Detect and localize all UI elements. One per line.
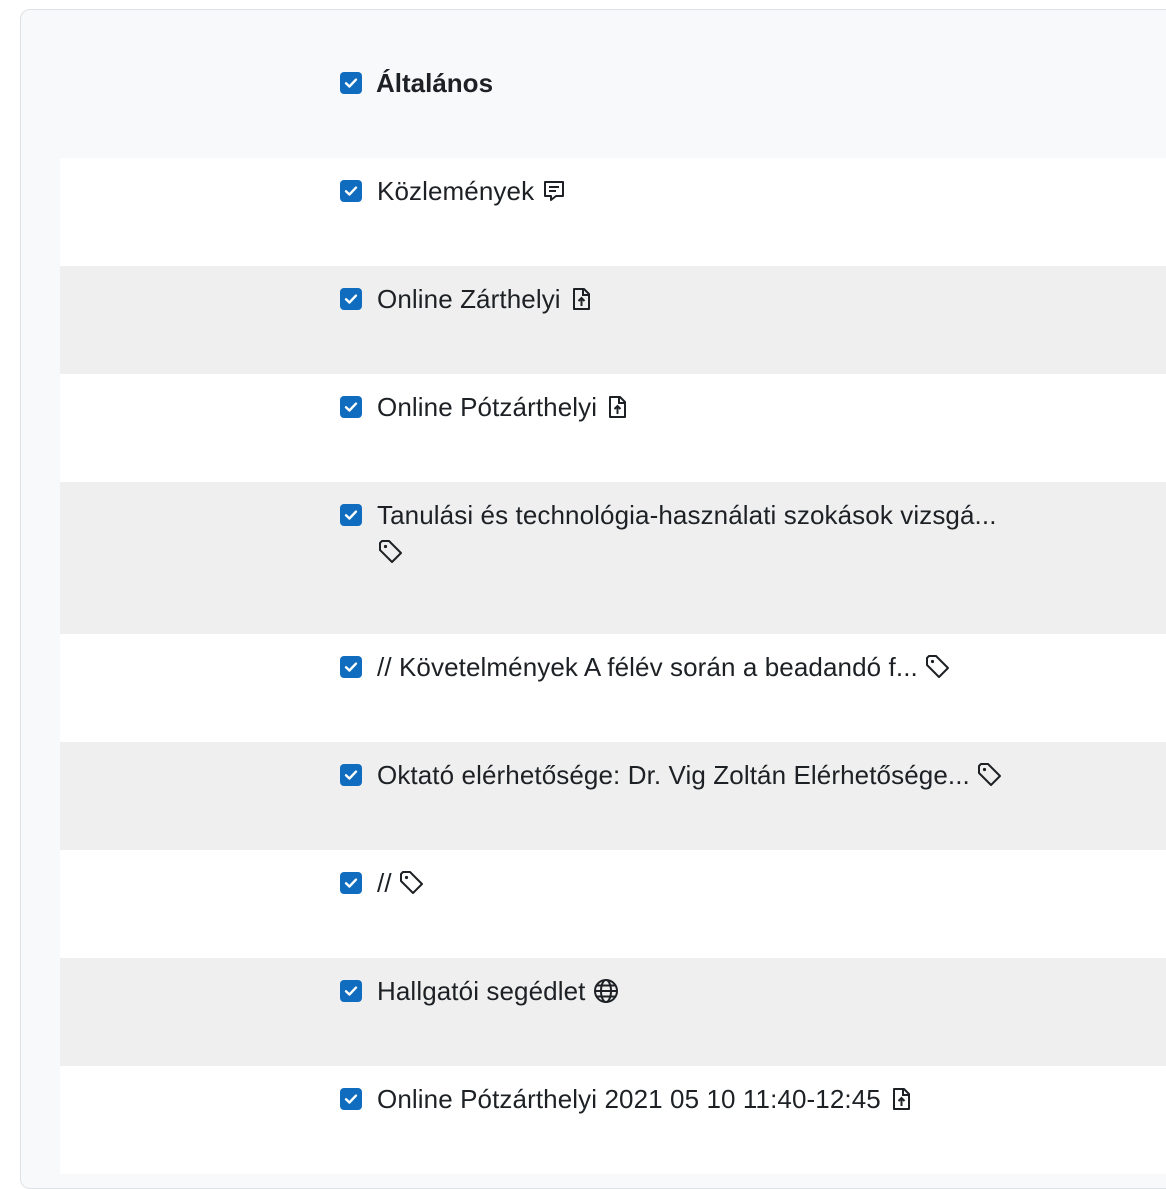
section-checkbox[interactable] <box>340 72 362 94</box>
activity-row: // Követelmények A félév során a beadand… <box>60 634 1166 742</box>
assignment-upload-icon <box>887 1085 915 1113</box>
section-title: Általános <box>376 67 494 98</box>
activity-label[interactable]: Hallgatói segédlet <box>377 976 586 1007</box>
activity-label[interactable]: Online Zárthelyi <box>377 284 561 315</box>
activity-checkbox[interactable] <box>340 656 362 678</box>
activity-row: Online Pótzárthelyi <box>60 374 1166 482</box>
activity-label[interactable]: // <box>377 868 392 899</box>
label-tag-icon <box>924 653 952 681</box>
activity-row: Online Zárthelyi <box>60 266 1166 374</box>
activity-checkbox[interactable] <box>340 396 362 418</box>
activity-checkbox[interactable] <box>340 872 362 894</box>
section-header: Általános <box>340 66 493 100</box>
activity-label[interactable]: Online Pótzárthelyi 2021 05 10 11:40-12:… <box>377 1084 881 1115</box>
activity-label[interactable]: Tanulási és technológia-használati szoká… <box>377 500 997 531</box>
activity-checkbox[interactable] <box>340 504 362 526</box>
activity-label[interactable]: // Követelmények A félév során a beadand… <box>377 652 918 683</box>
label-tag-icon <box>976 761 1004 789</box>
activity-checkbox[interactable] <box>340 180 362 202</box>
activity-label[interactable]: Közlemények <box>377 176 534 207</box>
activity-list: Közlemények Online Zárthelyi Online Pótz… <box>60 158 1166 1174</box>
url-globe-icon <box>592 977 620 1005</box>
label-tag-icon <box>398 869 426 897</box>
activity-label[interactable]: Oktató elérhetősége: Dr. Vig Zoltán Elér… <box>377 760 970 791</box>
activity-label[interactable]: Online Pótzárthelyi <box>377 392 597 423</box>
activity-checkbox[interactable] <box>340 764 362 786</box>
activity-checkbox[interactable] <box>340 288 362 310</box>
activity-row: Közlemények <box>60 158 1166 266</box>
forum-icon <box>540 177 568 205</box>
activity-checkbox[interactable] <box>340 1088 362 1110</box>
activity-row: Hallgatói segédlet <box>60 958 1166 1066</box>
assignment-upload-icon <box>603 393 631 421</box>
activity-row: // <box>60 850 1166 958</box>
assignment-upload-icon <box>567 285 595 313</box>
label-tag-icon <box>377 538 405 566</box>
activity-row: Tanulási és technológia-használati szoká… <box>60 482 1166 634</box>
activity-row: Online Pótzárthelyi 2021 05 10 11:40-12:… <box>60 1066 1166 1174</box>
activity-row: Oktató elérhetősége: Dr. Vig Zoltán Elér… <box>60 742 1166 850</box>
activity-checkbox[interactable] <box>340 980 362 1002</box>
